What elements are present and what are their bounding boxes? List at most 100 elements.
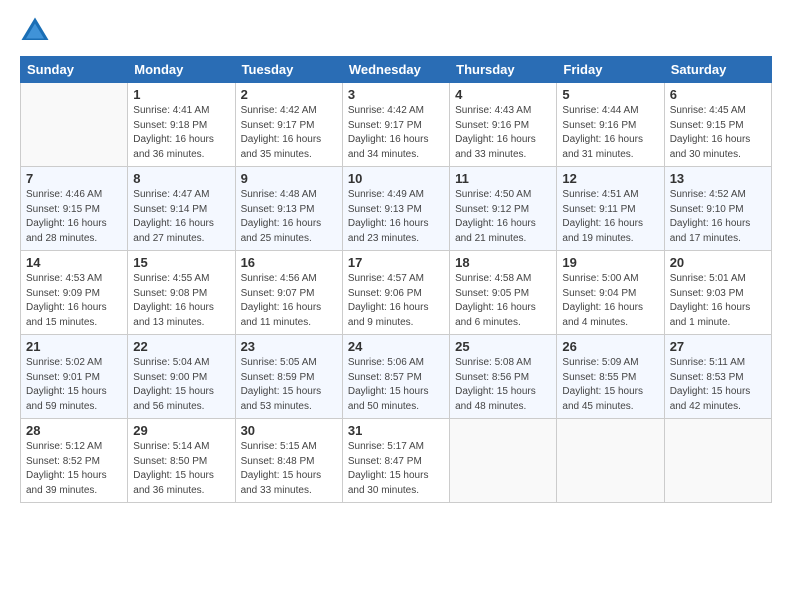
calendar-cell: 2 Sunrise: 4:42 AM Sunset: 9:17 PM Daylig… (235, 83, 342, 167)
day-number: 1 (133, 87, 229, 102)
calendar-week-row: 7Sunrise: 4:46 AM Sunset: 9:15 PM Daylig… (21, 167, 772, 251)
page: SundayMondayTuesdayWednesdayThursdayFrid… (0, 0, 792, 612)
day-info: Sunrise: 5:04 AM Sunset: 9:00 PM Dayligh… (133, 356, 229, 414)
day-info: Sunrise: 4:49 AM Sunset: 9:13 PM Dayligh… (348, 188, 444, 246)
day-number: 31 (348, 423, 444, 438)
calendar-cell: 20 Sunrise: 5:01 AM Sunset: 9:03 PM Dayli… (664, 251, 771, 335)
day-info: Sunrise: 4:46 AM Sunset: 9:15 PM Dayligh… (26, 188, 122, 246)
calendar-header-saturday: Saturday (664, 57, 771, 83)
calendar-cell: 18Sunrise: 4:58 AM Sunset: 9:05 PM Dayli… (450, 251, 557, 335)
calendar-header-wednesday: Wednesday (342, 57, 449, 83)
day-number: 20 (670, 255, 766, 270)
day-number: 24 (348, 339, 444, 354)
day-info: Sunrise: 5:06 AM Sunset: 8:57 PM Dayligh… (348, 356, 444, 414)
day-info: Sunrise: 4:42 AM Sunset: 9:17 PM Dayligh… (348, 104, 444, 162)
day-info: Sunrise: 5:12 AM Sunset: 8:52 PM Dayligh… (26, 440, 122, 498)
calendar-header-tuesday: Tuesday (235, 57, 342, 83)
calendar-cell: 17 Sunrise: 4:57 AM Sunset: 9:06 PM Dayli… (342, 251, 449, 335)
calendar-cell: 4Sunrise: 4:43 AM Sunset: 9:16 PM Daylig… (450, 83, 557, 167)
calendar-cell: 9 Sunrise: 4:48 AM Sunset: 9:13 PM Daylig… (235, 167, 342, 251)
calendar-cell: 19 Sunrise: 5:00 AM Sunset: 9:04 PM Dayli… (557, 251, 664, 335)
calendar-week-row: 21Sunrise: 5:02 AM Sunset: 9:01 PM Dayli… (21, 335, 772, 419)
day-info: Sunrise: 4:47 AM Sunset: 9:14 PM Dayligh… (133, 188, 229, 246)
calendar-week-row: 14 Sunrise: 4:53 AM Sunset: 9:09 PM Dayli… (21, 251, 772, 335)
day-info: Sunrise: 4:52 AM Sunset: 9:10 PM Dayligh… (670, 188, 766, 246)
day-number: 26 (562, 339, 658, 354)
day-info: Sunrise: 4:48 AM Sunset: 9:13 PM Dayligh… (241, 188, 337, 246)
day-number: 23 (241, 339, 337, 354)
day-number: 28 (26, 423, 122, 438)
calendar-cell: 12 Sunrise: 4:51 AM Sunset: 9:11 PM Dayli… (557, 167, 664, 251)
calendar-header-thursday: Thursday (450, 57, 557, 83)
day-info: Sunrise: 5:09 AM Sunset: 8:55 PM Dayligh… (562, 356, 658, 414)
day-number: 19 (562, 255, 658, 270)
calendar-cell (21, 83, 128, 167)
day-info: Sunrise: 5:08 AM Sunset: 8:56 PM Dayligh… (455, 356, 551, 414)
day-info: Sunrise: 4:41 AM Sunset: 9:18 PM Dayligh… (133, 104, 229, 162)
day-number: 8 (133, 171, 229, 186)
day-number: 30 (241, 423, 337, 438)
calendar-cell: 21Sunrise: 5:02 AM Sunset: 9:01 PM Dayli… (21, 335, 128, 419)
calendar-cell: 26 Sunrise: 5:09 AM Sunset: 8:55 PM Dayli… (557, 335, 664, 419)
day-info: Sunrise: 4:55 AM Sunset: 9:08 PM Dayligh… (133, 272, 229, 330)
day-info: Sunrise: 4:42 AM Sunset: 9:17 PM Dayligh… (241, 104, 337, 162)
calendar-cell: 27 Sunrise: 5:11 AM Sunset: 8:53 PM Dayli… (664, 335, 771, 419)
day-number: 9 (241, 171, 337, 186)
day-info: Sunrise: 4:45 AM Sunset: 9:15 PM Dayligh… (670, 104, 766, 162)
calendar-cell: 7Sunrise: 4:46 AM Sunset: 9:15 PM Daylig… (21, 167, 128, 251)
calendar-cell: 10 Sunrise: 4:49 AM Sunset: 9:13 PM Dayli… (342, 167, 449, 251)
calendar-cell: 31 Sunrise: 5:17 AM Sunset: 8:47 PM Dayli… (342, 419, 449, 503)
day-info: Sunrise: 4:44 AM Sunset: 9:16 PM Dayligh… (562, 104, 658, 162)
calendar-cell: 6 Sunrise: 4:45 AM Sunset: 9:15 PM Daylig… (664, 83, 771, 167)
calendar-cell (450, 419, 557, 503)
day-info: Sunrise: 5:17 AM Sunset: 8:47 PM Dayligh… (348, 440, 444, 498)
day-info: Sunrise: 5:14 AM Sunset: 8:50 PM Dayligh… (133, 440, 229, 498)
calendar-header-friday: Friday (557, 57, 664, 83)
day-info: Sunrise: 5:01 AM Sunset: 9:03 PM Dayligh… (670, 272, 766, 330)
calendar-cell (664, 419, 771, 503)
calendar-header-row: SundayMondayTuesdayWednesdayThursdayFrid… (21, 57, 772, 83)
day-number: 2 (241, 87, 337, 102)
calendar-cell: 1 Sunrise: 4:41 AM Sunset: 9:18 PM Daylig… (128, 83, 235, 167)
day-info: Sunrise: 4:58 AM Sunset: 9:05 PM Dayligh… (455, 272, 551, 330)
day-info: Sunrise: 4:57 AM Sunset: 9:06 PM Dayligh… (348, 272, 444, 330)
calendar-cell: 8 Sunrise: 4:47 AM Sunset: 9:14 PM Daylig… (128, 167, 235, 251)
day-number: 16 (241, 255, 337, 270)
calendar-table: SundayMondayTuesdayWednesdayThursdayFrid… (20, 56, 772, 503)
calendar-cell: 22Sunrise: 5:04 AM Sunset: 9:00 PM Dayli… (128, 335, 235, 419)
header (20, 16, 772, 46)
calendar-cell: 14 Sunrise: 4:53 AM Sunset: 9:09 PM Dayli… (21, 251, 128, 335)
logo (20, 16, 54, 46)
day-info: Sunrise: 4:51 AM Sunset: 9:11 PM Dayligh… (562, 188, 658, 246)
day-number: 6 (670, 87, 766, 102)
day-info: Sunrise: 5:11 AM Sunset: 8:53 PM Dayligh… (670, 356, 766, 414)
day-info: Sunrise: 4:56 AM Sunset: 9:07 PM Dayligh… (241, 272, 337, 330)
calendar-cell: 23 Sunrise: 5:05 AM Sunset: 8:59 PM Dayli… (235, 335, 342, 419)
calendar-cell: 25 Sunrise: 5:08 AM Sunset: 8:56 PM Dayli… (450, 335, 557, 419)
calendar-week-row: 28 Sunrise: 5:12 AM Sunset: 8:52 PM Dayli… (21, 419, 772, 503)
day-number: 13 (670, 171, 766, 186)
day-number: 12 (562, 171, 658, 186)
day-info: Sunrise: 5:00 AM Sunset: 9:04 PM Dayligh… (562, 272, 658, 330)
calendar-cell: 13 Sunrise: 4:52 AM Sunset: 9:10 PM Dayli… (664, 167, 771, 251)
day-number: 10 (348, 171, 444, 186)
day-info: Sunrise: 4:53 AM Sunset: 9:09 PM Dayligh… (26, 272, 122, 330)
day-number: 17 (348, 255, 444, 270)
day-number: 15 (133, 255, 229, 270)
day-number: 25 (455, 339, 551, 354)
calendar-week-row: 1 Sunrise: 4:41 AM Sunset: 9:18 PM Daylig… (21, 83, 772, 167)
day-number: 14 (26, 255, 122, 270)
calendar-cell: 5Sunrise: 4:44 AM Sunset: 9:16 PM Daylig… (557, 83, 664, 167)
calendar-cell: 16 Sunrise: 4:56 AM Sunset: 9:07 PM Dayli… (235, 251, 342, 335)
calendar-cell: 11 Sunrise: 4:50 AM Sunset: 9:12 PM Dayli… (450, 167, 557, 251)
day-info: Sunrise: 5:05 AM Sunset: 8:59 PM Dayligh… (241, 356, 337, 414)
day-number: 27 (670, 339, 766, 354)
day-info: Sunrise: 5:02 AM Sunset: 9:01 PM Dayligh… (26, 356, 122, 414)
calendar-cell: 24 Sunrise: 5:06 AM Sunset: 8:57 PM Dayli… (342, 335, 449, 419)
day-info: Sunrise: 4:43 AM Sunset: 9:16 PM Dayligh… (455, 104, 551, 162)
calendar-cell: 28 Sunrise: 5:12 AM Sunset: 8:52 PM Dayli… (21, 419, 128, 503)
day-number: 11 (455, 171, 551, 186)
calendar-cell: 29Sunrise: 5:14 AM Sunset: 8:50 PM Dayli… (128, 419, 235, 503)
day-info: Sunrise: 4:50 AM Sunset: 9:12 PM Dayligh… (455, 188, 551, 246)
day-number: 3 (348, 87, 444, 102)
